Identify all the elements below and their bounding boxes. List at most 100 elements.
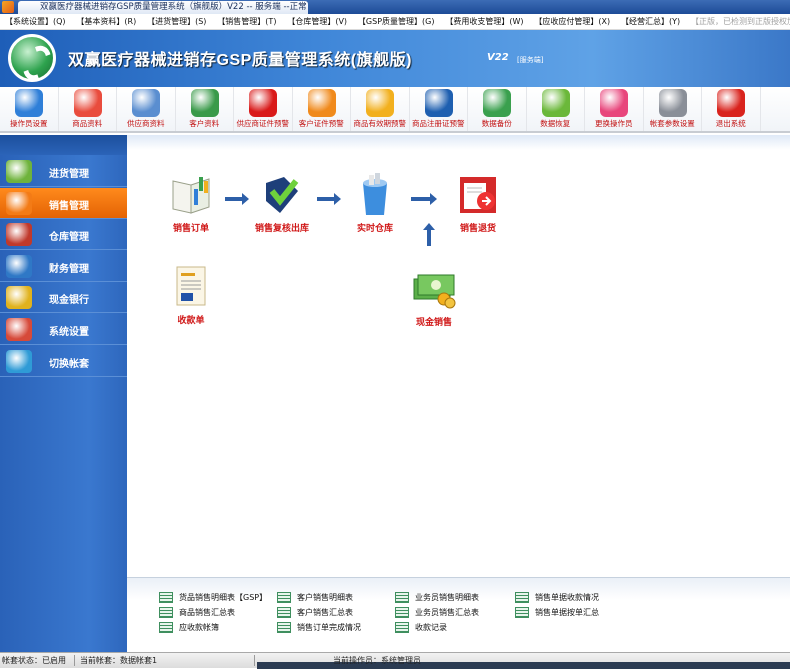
toolbar-button-2[interactable]: 供应商资料 xyxy=(117,87,176,131)
toolbar-button-0[interactable]: 操作员设置 xyxy=(0,87,59,131)
table-report-icon xyxy=(277,607,291,618)
sidebar-item-6[interactable]: 切换帐套 xyxy=(0,346,127,377)
sales-review-node[interactable]: 销售复核出库 xyxy=(247,173,317,234)
cloud-switch-icon xyxy=(6,349,32,373)
realtime-stock-label: 实时仓库 xyxy=(356,224,393,234)
toolbar-button-label: 商品资料 xyxy=(72,119,103,128)
report-link-label: 货品销售明细表【GSP】 xyxy=(179,593,268,602)
menu-expenses[interactable]: 【费用收支管理】(W) xyxy=(440,14,526,29)
cash-stack-icon xyxy=(412,267,456,311)
sales-return-icon xyxy=(456,173,500,217)
menu-warehouse[interactable]: 【仓库管理】(V) xyxy=(282,14,350,29)
customer-users-icon xyxy=(190,89,219,117)
sidebar-item-label: 销售管理 xyxy=(49,200,89,212)
power-icon xyxy=(717,89,745,117)
info-warning-icon xyxy=(249,89,277,117)
app-logo xyxy=(8,34,56,82)
sidebar-item-0[interactable]: 进货管理 xyxy=(0,156,127,187)
toolbar-button-label: 客户证件预警 xyxy=(298,119,344,128)
sales-return-node[interactable]: 销售退货 xyxy=(443,173,513,234)
restore-cycle-icon xyxy=(541,89,570,117)
cash-icon xyxy=(6,286,32,310)
menu-sales[interactable]: 【销售管理】(T) xyxy=(212,14,279,29)
menu-basic-data[interactable]: 【基本资料】(R) xyxy=(71,14,139,29)
server-tag: [服务端] xyxy=(517,56,544,64)
toolbar-button-3[interactable]: 客户资料 xyxy=(176,87,234,131)
report-link-label: 业务员销售汇总表 xyxy=(415,608,479,617)
sidebar-item-2[interactable]: 仓库管理 xyxy=(0,219,127,251)
main-toolbar: 操作员设置 商品资料 供应商资料 客户资料 供应商证件预警 客户证件预警 商品有效期预警 商品… xyxy=(0,87,790,133)
table-report-icon xyxy=(515,592,529,603)
table-report-icon xyxy=(159,607,173,618)
status-separator xyxy=(254,655,255,666)
stock-bin-icon xyxy=(353,173,397,217)
sidebar-item-4[interactable]: 现金银行 xyxy=(0,282,127,314)
toolbar-button-label: 退出系统 xyxy=(715,119,746,128)
report-link-label: 客户销售汇总表 xyxy=(297,608,353,617)
report-link-label: 客户销售明细表 xyxy=(297,593,353,602)
sidebar-item-5[interactable]: 系统设置 xyxy=(0,314,127,345)
menu-summary[interactable]: 【经营汇总】(Y) xyxy=(616,14,683,29)
table-report-icon xyxy=(395,592,409,603)
arrow-right-icon xyxy=(411,193,437,205)
arrow-up-icon xyxy=(423,223,435,246)
basket-icon xyxy=(6,160,32,183)
toolbar-button-label: 帐套参数设置 xyxy=(649,119,695,128)
status-bar: 帐套状态：已启用 当前帐套：数据帐套1 当前操作员：系统管理员 xyxy=(0,652,790,669)
floppy-disk-icon xyxy=(483,89,511,117)
toolbar-button-7[interactable]: 商品注册证预警 xyxy=(410,87,468,131)
sidebar-item-label: 现金银行 xyxy=(49,295,89,307)
toolbar-button-10[interactable]: 更换操作员 xyxy=(585,87,644,131)
toolbar-button-label: 客户资料 xyxy=(189,119,220,128)
menu-gsp[interactable]: 【GSP质量管理】(G) xyxy=(353,14,438,29)
toolbar-button-label: 供应商资料 xyxy=(127,119,165,128)
toolbar-button-5[interactable]: 客户证件预警 xyxy=(293,87,351,131)
warning-triangle-icon xyxy=(366,89,394,117)
toolbar-button-6[interactable]: 商品有效期预警 xyxy=(351,87,410,131)
report-link-label: 收款记录 xyxy=(415,623,447,632)
sales-order-node[interactable]: 销售订单 xyxy=(156,173,226,234)
report-link-label: 销售单据收款情况 xyxy=(535,593,599,602)
toolbar-button-9[interactable]: 数据恢复 xyxy=(527,87,585,131)
gear-icon xyxy=(658,89,687,117)
toolbar-button-8[interactable]: 数据备份 xyxy=(468,87,527,131)
menu-purchase[interactable]: 【进货管理】(S) xyxy=(142,14,209,29)
rss-alert-icon xyxy=(307,89,336,117)
toolbar-button-1[interactable]: 商品资料 xyxy=(59,87,117,131)
receipt-node[interactable]: 收款单 xyxy=(156,265,226,326)
title-bar: 双赢医疗器械进销存GSP质量管理系统（旗舰版）V22 -- 服务端 --正常 xyxy=(0,0,790,14)
cash-sales-node[interactable]: 现金销售 xyxy=(399,267,469,328)
cash-sales-label: 现金销售 xyxy=(415,318,452,328)
sidebar-header-strip xyxy=(0,135,127,155)
arrow-right-icon xyxy=(317,193,341,205)
toolbar-button-label: 更换操作员 xyxy=(595,119,633,128)
app-icon[interactable] xyxy=(2,1,14,13)
menu-system-settings[interactable]: 【系统设置】(Q) xyxy=(0,14,69,29)
sales-arrows-icon xyxy=(6,191,32,215)
table-report-icon xyxy=(277,592,291,603)
report-link-label: 销售订单完成情况 xyxy=(297,623,361,632)
toolbar-button-11[interactable]: 帐套参数设置 xyxy=(644,87,702,131)
sales-return-label: 销售退货 xyxy=(459,224,496,234)
menu-license[interactable]: 【正版，已检测到正版授权加密锁】(Z) xyxy=(686,14,790,29)
report-link-label: 商品销售汇总表 xyxy=(179,608,235,617)
menu-receivables[interactable]: 【应收应付管理】(X) xyxy=(529,14,613,29)
current-account: 当前帐套：数据帐套1 xyxy=(80,656,158,665)
toolbar-button-label: 商品注册证预警 xyxy=(412,119,465,128)
sidebar-item-3[interactable]: 财务管理 xyxy=(0,251,127,282)
panel-top-gradient xyxy=(127,135,790,150)
toolbar-button-12[interactable]: 退出系统 xyxy=(702,87,761,131)
table-report-icon xyxy=(395,622,409,633)
toolbar-button-4[interactable]: 供应商证件预警 xyxy=(234,87,293,131)
current-operator: 当前操作员：系统管理员 xyxy=(333,656,421,665)
credit-card-icon xyxy=(424,89,453,117)
sidebar-item-label: 系统设置 xyxy=(49,327,89,338)
sidebar-item-label: 切换帐套 xyxy=(49,358,89,370)
sidebar-item-1[interactable]: 销售管理 xyxy=(0,187,127,219)
realtime-stock-node[interactable]: 实时仓库 xyxy=(340,173,410,234)
menu-bar: 【系统设置】(Q) 【基本资料】(R) 【进货管理】(S) 【销售管理】(T) … xyxy=(0,14,790,30)
status-separator xyxy=(74,655,75,666)
warehouse-icon xyxy=(6,223,32,247)
sales-review-icon xyxy=(260,173,304,217)
table-report-icon xyxy=(395,607,409,618)
